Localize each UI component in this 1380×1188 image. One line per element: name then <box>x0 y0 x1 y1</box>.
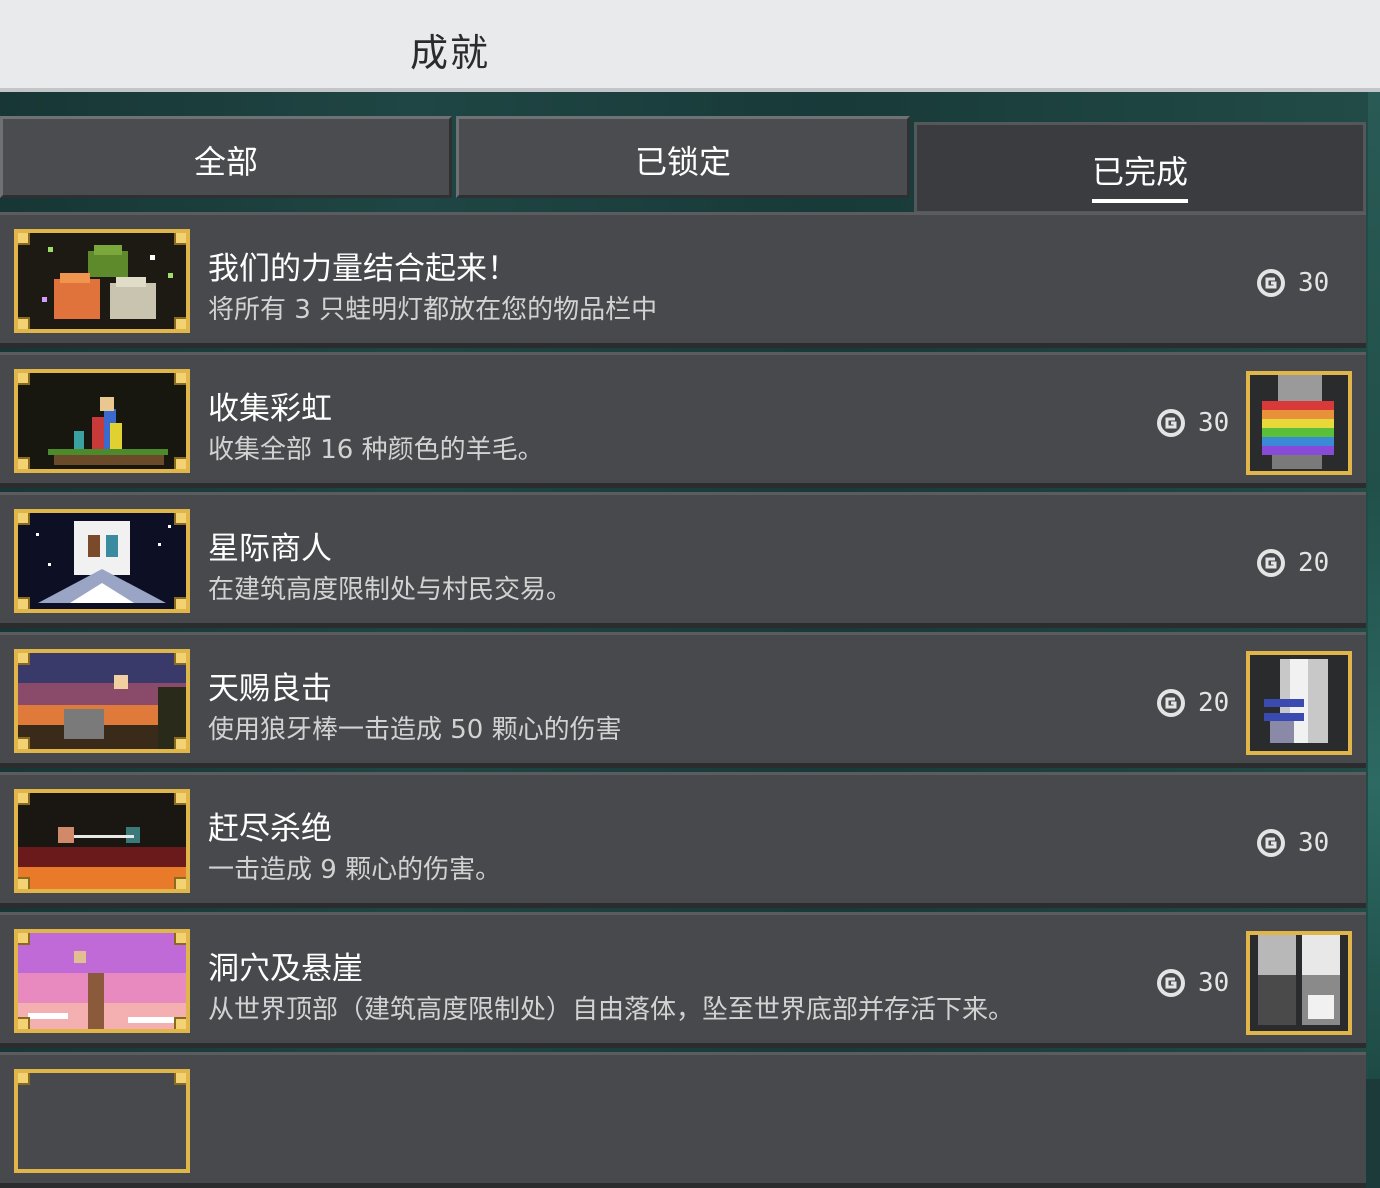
tab-completed[interactable]: 已完成 <box>914 122 1366 214</box>
stellar-trader-icon <box>18 513 186 609</box>
gamerscore-icon <box>1257 549 1285 577</box>
page-title: 成就 <box>410 31 491 75</box>
achievement-description: 一击造成 9 颗心的伤害。 <box>208 855 502 885</box>
gamerscore: 30 <box>1256 265 1329 301</box>
tab-locked-label: 已锁定 <box>634 143 731 181</box>
gamerscore-icon <box>1257 269 1285 297</box>
gamerscore-value: 30 <box>1298 828 1330 858</box>
rainbow-collection-icon <box>18 373 186 469</box>
achievement-title: 天赐良击 <box>208 671 332 707</box>
tab-bar: 全部 已锁定 已完成 <box>0 112 1368 214</box>
froglights-icon <box>18 233 186 329</box>
gamerscore: 30 <box>1156 405 1229 441</box>
tab-all[interactable]: 全部 <box>0 116 452 198</box>
achievement-title: 我们的力量结合起来！ <box>208 251 518 287</box>
achievement-description: 使用狼牙棒一击造成 50 颗心的伤害 <box>208 715 622 745</box>
gamerscore-value: 20 <box>1198 688 1230 718</box>
gamerscore-icon <box>1157 969 1185 997</box>
tab-locked[interactable]: 已锁定 <box>456 116 910 198</box>
achievement-image-caves <box>14 929 190 1033</box>
achievement-image-rainbow <box>14 369 190 473</box>
achievement-image-overkill <box>14 789 190 893</box>
reward-item[interactable] <box>1246 651 1352 755</box>
background-edge <box>1368 92 1380 1079</box>
achievement-description: 从世界顶部（建筑高度限制处）自由落体，坠至世界底部并存活下来。 <box>208 995 1015 1025</box>
achievement-title: 洞穴及悬崖 <box>208 951 363 987</box>
achievement-row[interactable]: 收集彩虹 收集全部 16 种颜色的羊毛。 30 <box>0 352 1366 488</box>
achievement-title: 赶尽杀绝 <box>208 811 332 847</box>
overkill-icon <box>18 793 186 889</box>
gamerscore: 30 <box>1156 965 1229 1001</box>
gamerscore-value: 30 <box>1198 408 1230 438</box>
gamerscore: 20 <box>1256 545 1329 581</box>
mace-strike-icon <box>18 653 186 749</box>
achievement-image-partial <box>14 1069 190 1173</box>
achievement-row[interactable]: 星际商人 在建筑高度限制处与村民交易。 20 <box>0 492 1366 628</box>
reward-item[interactable] <box>1246 371 1352 475</box>
achievement-row-partial[interactable] <box>0 1052 1366 1188</box>
tab-completed-label: 已完成 <box>1091 147 1188 203</box>
achievement-row[interactable]: 天赐良击 使用狼牙棒一击造成 50 颗心的伤害 20 <box>0 632 1366 768</box>
achievement-row[interactable]: 洞穴及悬崖 从世界顶部（建筑高度限制处）自由落体，坠至世界底部并存活下来。 30 <box>0 912 1366 1048</box>
achievement-title: 星际商人 <box>208 531 332 567</box>
top-bar: 成就 <box>0 0 1380 92</box>
gamerscore-icon <box>1257 829 1285 857</box>
boots-icon <box>1250 935 1348 1031</box>
rainbow-cape-icon <box>1250 375 1348 471</box>
gamerscore-icon <box>1157 689 1185 717</box>
achievement-description: 将所有 3 只蛙明灯都放在您的物品栏中 <box>208 295 658 325</box>
gamerscore: 30 <box>1256 825 1329 861</box>
achievement-title: 收集彩虹 <box>208 391 332 427</box>
gamerscore-value: 20 <box>1298 548 1330 578</box>
achievement-description: 在建筑高度限制处与村民交易。 <box>208 575 573 605</box>
achievement-image-froglights <box>14 229 190 333</box>
achievement-description: 收集全部 16 种颜色的羊毛。 <box>208 435 544 465</box>
achievement-row[interactable]: 我们的力量结合起来！ 将所有 3 只蛙明灯都放在您的物品栏中 30 <box>0 212 1366 348</box>
gamerscore-icon <box>1157 409 1185 437</box>
achievement-image-stellar <box>14 509 190 613</box>
gamerscore-value: 30 <box>1198 968 1230 998</box>
tab-all-label: 全部 <box>193 143 258 181</box>
caves-cliffs-icon <box>18 933 186 1029</box>
armor-piece-icon <box>1250 655 1348 751</box>
achievement-image-mace <box>14 649 190 753</box>
reward-item[interactable] <box>1246 931 1352 1035</box>
gamerscore: 20 <box>1156 685 1229 721</box>
gamerscore-value: 30 <box>1298 268 1330 298</box>
achievement-row[interactable]: 赶尽杀绝 一击造成 9 颗心的伤害。 30 <box>0 772 1366 908</box>
